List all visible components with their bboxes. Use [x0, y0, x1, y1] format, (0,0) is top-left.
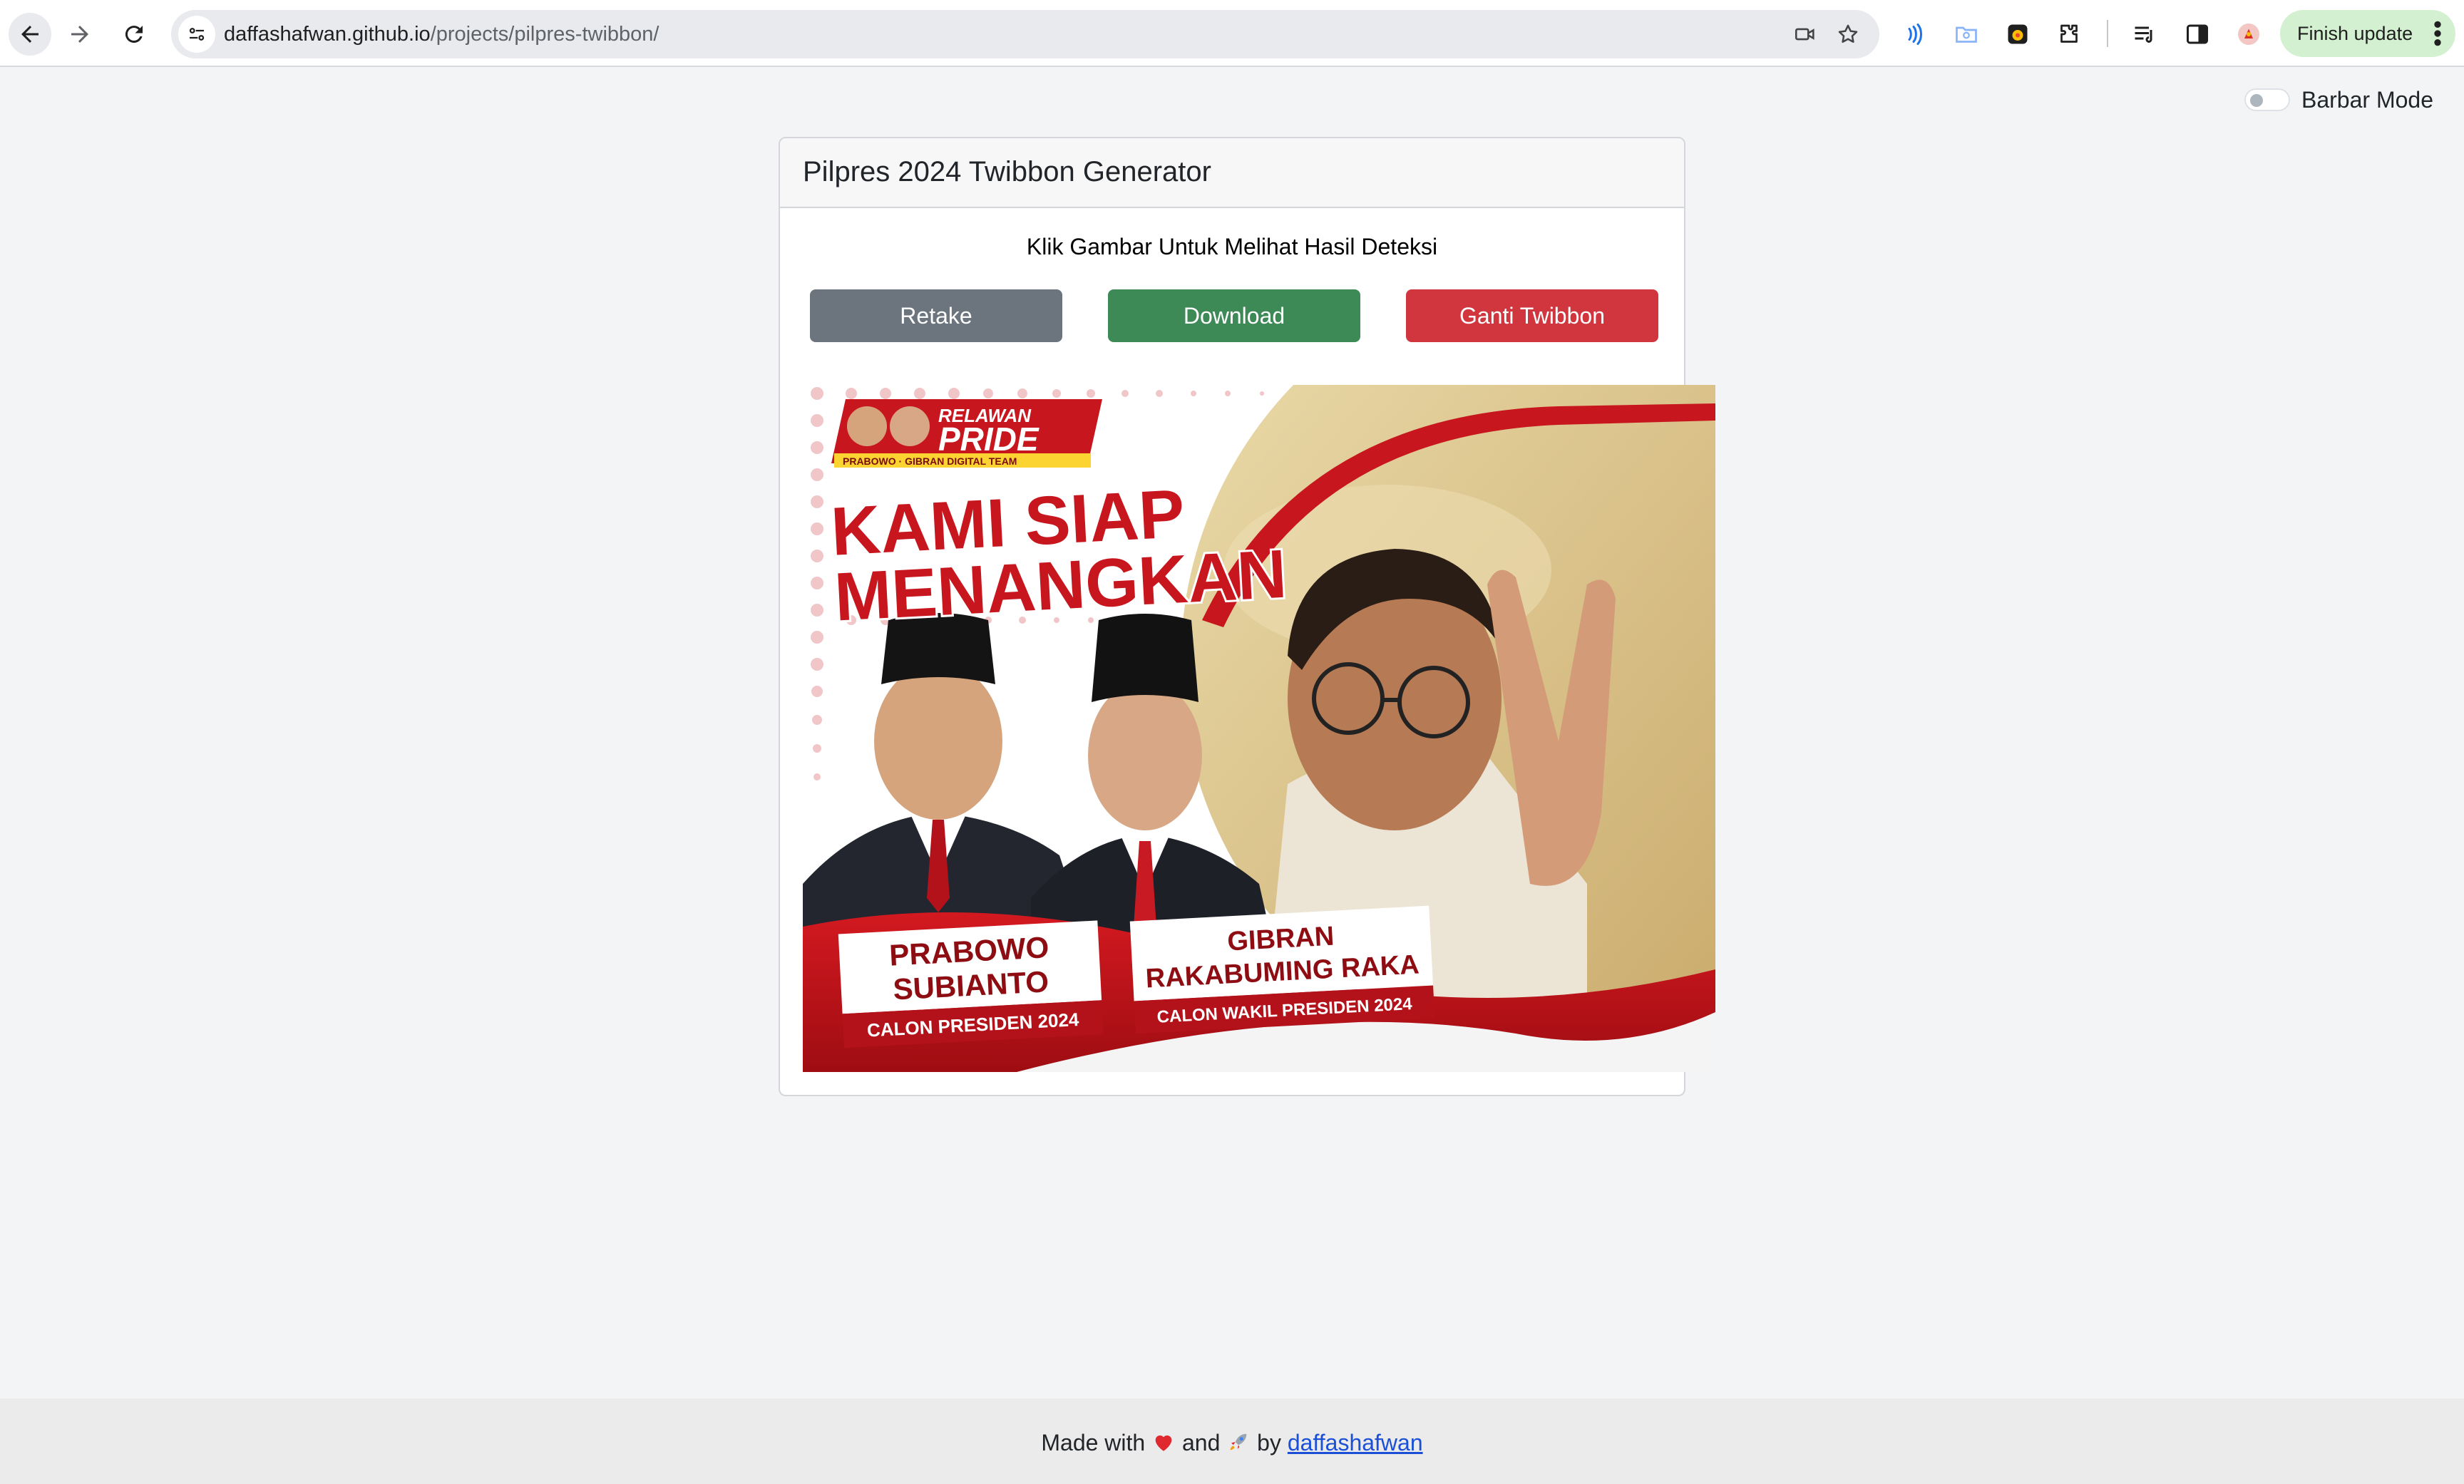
side-panel-button[interactable] [2180, 17, 2214, 51]
bookmark-button[interactable] [1832, 19, 1864, 50]
footer-text: Made with and by daffashafwan [0, 1428, 2464, 1457]
finish-update-label: Finish update [2297, 23, 2413, 44]
extension-badge-button[interactable] [2001, 17, 2035, 51]
profile-avatar-icon [2238, 24, 2259, 45]
barbar-mode-switch[interactable] [2244, 88, 2290, 111]
url-host: daffashafwan.github.io [224, 23, 431, 46]
badge-main-text: PRIDE [938, 421, 1040, 458]
back-button[interactable] [9, 13, 51, 56]
card-title: Pilpres 2024 Twibbon Generator [803, 156, 1211, 187]
back-arrow-icon [21, 26, 38, 43]
more-vert-icon [2434, 21, 2441, 46]
site-info-button[interactable] [178, 16, 215, 53]
puzzle-icon [2060, 24, 2078, 43]
url-text[interactable]: daffashafwan.github.io/projects/pilpres-… [224, 23, 659, 46]
heart-icon [1155, 1435, 1172, 1451]
url-path: /projects/pilpres-twibbon/ [430, 23, 659, 46]
toolbar-divider [2107, 20, 2108, 47]
star-icon [1838, 24, 1858, 43]
rocket-icon [1230, 1433, 1247, 1450]
folder-extension-button[interactable] [1949, 17, 1983, 51]
profile-button[interactable] [2232, 17, 2266, 51]
extension-badge-icon [2008, 24, 2028, 44]
retake-button[interactable]: Retake [810, 289, 1062, 342]
badge-sub-text: PRABOWO · GIBRAN DIGITAL TEAM [843, 455, 1017, 467]
card-header: Pilpres 2024 Twibbon Generator [780, 138, 1684, 208]
ganti-twibbon-button[interactable]: Ganti Twibbon [1406, 289, 1658, 342]
footer-and: and [1181, 1430, 1221, 1455]
footer-made-with: Made with [1041, 1430, 1146, 1455]
browser-toolbar: daffashafwan.github.io/projects/pilpres-… [0, 0, 2464, 67]
hint-text: Klik Gambar Untuk Melihat Hasil Deteksi [1026, 234, 1438, 259]
relawan-pride-badge: RELAWAN PRIDE PRABOWO · GIBRAN DIGITAL T… [831, 399, 1102, 468]
forward-arrow-icon [71, 26, 88, 43]
barbar-mode-label: Barbar Mode [2301, 87, 2433, 113]
reading-list-button[interactable] [2127, 17, 2162, 51]
site-info-icon [189, 28, 205, 41]
download-button[interactable]: Download [1108, 289, 1360, 342]
reload-icon [125, 26, 143, 43]
folder-icon [1956, 26, 1977, 43]
reading-list-icon [2135, 26, 2152, 43]
gibran-nameplate: GIBRAN RAKABUMING RAKA CALON WAKIL PRESI… [1129, 905, 1435, 1034]
forward-button[interactable] [58, 13, 101, 56]
footer-by: by [1257, 1430, 1281, 1455]
twibbon-result-image[interactable]: RELAWAN PRIDE PRABOWO · GIBRAN DIGITAL T… [803, 385, 1715, 1072]
address-bar[interactable]: daffashafwan.github.io/projects/pilpres-… [171, 10, 1879, 58]
extensions-button[interactable] [2052, 17, 2086, 51]
read-aloud-button[interactable] [1896, 17, 1931, 51]
camera-icon [1795, 28, 1814, 41]
author-link[interactable]: daffashafwan [1288, 1430, 1423, 1455]
read-aloud-icon [1908, 24, 1922, 45]
finish-update-button[interactable]: Finish update [2280, 10, 2455, 57]
gibran-name-line1: GIBRAN [1226, 922, 1335, 957]
reload-button[interactable] [113, 13, 155, 56]
footer: Made with and by daffashafwan [0, 1398, 2464, 1484]
side-panel-icon [2187, 24, 2208, 44]
prabowo-nameplate: PRABOWO SUBIANTO CALON PRESIDEN 2024 [838, 920, 1104, 1048]
switch-knob [2250, 94, 2263, 107]
camera-button[interactable] [1790, 19, 1821, 50]
